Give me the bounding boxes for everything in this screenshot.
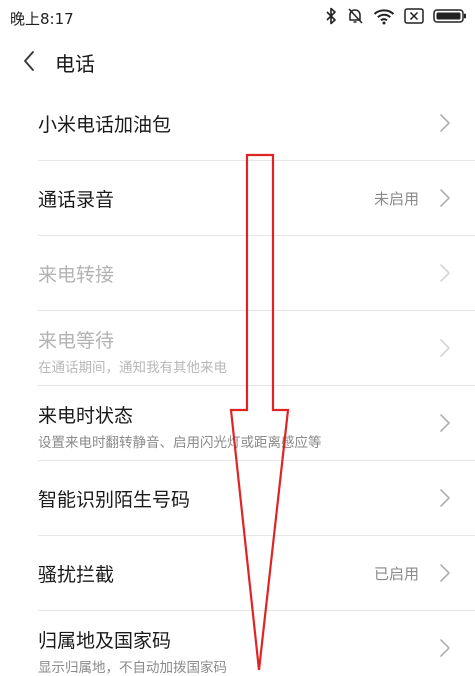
setting-value: 未启用 (373, 190, 419, 208)
chevron-right-icon (440, 339, 450, 357)
setting-incoming-call-status[interactable]: 来电时状态 设置来电时翻转静音、启用闪光灯或距离感应等 (38, 386, 475, 461)
setting-title: 归属地及国家码 (38, 630, 172, 652)
title-bar: 电话 (0, 36, 475, 86)
setting-value: 已启用 (373, 565, 419, 583)
setting-title: 骚扰拦截 (38, 564, 115, 586)
setting-title: 小米电话加油包 (38, 114, 172, 136)
mute-bell-icon (348, 8, 363, 24)
chevron-right-icon (440, 264, 450, 282)
setting-smart-caller-id[interactable]: 智能识别陌生号码 (38, 461, 475, 536)
setting-call-waiting[interactable]: 来电等待 在通话期间，通知我有其他来电 (38, 311, 475, 386)
close-box-icon (404, 8, 424, 24)
setting-call-forwarding[interactable]: 来电转接 (38, 236, 475, 311)
setting-title: 来电等待 (38, 330, 115, 352)
setting-subtitle: 在通话期间，通知我有其他来电 (38, 360, 227, 376)
chevron-left-icon (24, 51, 34, 71)
bluetooth-icon (326, 7, 336, 25)
setting-harassment-block[interactable]: 骚扰拦截 已启用 (38, 536, 475, 611)
setting-title: 通话录音 (38, 189, 115, 211)
chevron-right-icon (440, 564, 450, 582)
setting-xiaomi-call-package[interactable]: 小米电话加油包 (38, 86, 475, 161)
chevron-right-icon (440, 189, 450, 207)
setting-call-recording[interactable]: 通话录音 未启用 (38, 161, 475, 236)
chevron-right-icon (440, 114, 450, 132)
setting-subtitle: 设置来电时翻转静音、启用闪光灯或距离感应等 (38, 435, 322, 451)
setting-location-country-code[interactable]: 归属地及国家码 显示归属地，不自动加拨国家码 (38, 611, 475, 676)
setting-title: 智能识别陌生号码 (38, 489, 191, 511)
wifi-icon (373, 8, 395, 24)
status-time: 晚上8:17 (10, 10, 74, 28)
setting-title: 来电时状态 (38, 405, 134, 427)
setting-title: 来电转接 (38, 264, 115, 286)
chevron-right-icon (440, 414, 450, 432)
settings-list: 小米电话加油包 通话录音 未启用 来电转接 来电等待 在通话期间，通知我有其他来… (0, 86, 475, 676)
battery-icon (433, 9, 466, 23)
back-button[interactable] (14, 46, 44, 76)
setting-subtitle: 显示归属地，不自动加拨国家码 (38, 660, 227, 676)
status-bar: 晚上8:17 (0, 0, 475, 36)
chevron-right-icon (440, 639, 450, 657)
page-title: 电话 (55, 52, 95, 76)
status-icons (325, 7, 467, 25)
chevron-right-icon (440, 489, 450, 507)
